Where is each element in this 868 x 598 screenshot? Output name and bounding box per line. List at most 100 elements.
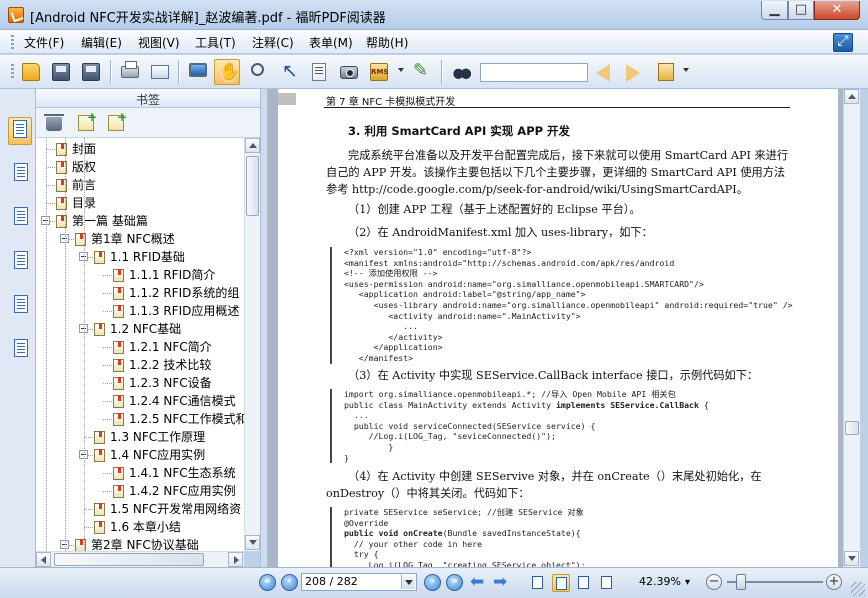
forward-history-icon[interactable]: ➡ bbox=[493, 573, 507, 591]
foxit-app-icon bbox=[8, 7, 24, 23]
last-page-button[interactable] bbox=[446, 574, 463, 591]
add-child-bookmark-icon[interactable] bbox=[108, 110, 127, 131]
bookmark-label: 1.1 RFID基础 bbox=[110, 250, 185, 264]
save-button[interactable] bbox=[48, 59, 74, 85]
bookmark-label: 1.6 本章小结 bbox=[110, 520, 181, 534]
first-page-button[interactable] bbox=[259, 574, 276, 591]
back-history-icon[interactable]: ⬅ bbox=[470, 573, 484, 591]
bookmark-label: 1.1.3 RFID应用概述 bbox=[129, 304, 240, 318]
menu-form[interactable]: 表单(M) bbox=[309, 34, 353, 51]
email-button[interactable] bbox=[147, 59, 173, 85]
select-tool-button[interactable] bbox=[276, 59, 302, 85]
bookmarks-panel-button[interactable] bbox=[8, 117, 32, 145]
menubar-grip[interactable] bbox=[11, 35, 14, 49]
zoom-dropdown-icon[interactable]: ▾ bbox=[685, 577, 690, 588]
doc-scroll-thumb[interactable] bbox=[845, 421, 859, 435]
text-select-icon bbox=[312, 63, 326, 81]
fullscreen-icon[interactable] bbox=[833, 33, 853, 52]
single-page-view-button[interactable] bbox=[529, 574, 547, 592]
find-next-icon[interactable] bbox=[626, 64, 640, 82]
zoom-level[interactable]: 42.39% bbox=[639, 575, 681, 588]
bookmark-label: 1.1.2 RFID系统的组 bbox=[129, 286, 240, 300]
bookmark-icon bbox=[113, 269, 124, 282]
snapshot-button[interactable] bbox=[336, 59, 362, 85]
bookmark-icon bbox=[94, 431, 105, 444]
scroll-left-button[interactable] bbox=[36, 552, 51, 567]
search-options-dropdown-icon[interactable] bbox=[683, 68, 689, 72]
zoom-slider-thumb[interactable] bbox=[736, 574, 746, 590]
scroll-thumb[interactable] bbox=[246, 156, 259, 216]
open-button[interactable] bbox=[18, 59, 44, 85]
layers-icon bbox=[14, 207, 28, 225]
search-input[interactable] bbox=[480, 63, 588, 82]
bookmark-horizontal-scrollbar[interactable] bbox=[36, 551, 244, 567]
print-button[interactable] bbox=[117, 59, 143, 85]
zoom-in-button[interactable]: + bbox=[826, 574, 842, 590]
document-view[interactable]: 第 7 章 NFC 卡模拟模式开发 3. 利用 SmartCard API 实现… bbox=[268, 89, 843, 567]
panel-splitter[interactable] bbox=[260, 89, 268, 567]
tree-connector bbox=[84, 437, 94, 438]
horizontal-scroll-thumb[interactable] bbox=[54, 553, 204, 566]
facing-view-button[interactable] bbox=[575, 574, 593, 592]
page-dropdown-icon[interactable] bbox=[401, 575, 415, 589]
page-number-input[interactable]: 208 / 282 bbox=[301, 573, 417, 591]
toolbar-separator bbox=[441, 60, 442, 84]
bookmark-panel-header: 书签 bbox=[36, 89, 260, 108]
scroll-up-button[interactable] bbox=[245, 138, 260, 153]
tree-connector bbox=[103, 365, 113, 366]
menu-file[interactable]: 文件(F) bbox=[24, 34, 64, 51]
rms-icon: RMS bbox=[370, 63, 388, 81]
delete-bookmark-icon[interactable] bbox=[44, 114, 64, 131]
maximize-button[interactable]: □ bbox=[788, 1, 814, 20]
text-select-button[interactable] bbox=[306, 59, 332, 85]
find-previous-icon[interactable] bbox=[596, 64, 610, 82]
code-line: import org.simalliance.openmobileapi.*; … bbox=[344, 389, 676, 399]
window-resize-grip[interactable] bbox=[851, 582, 865, 596]
save-as-button[interactable] bbox=[78, 59, 104, 85]
continuous-facing-view-button[interactable] bbox=[598, 574, 616, 592]
next-page-button[interactable] bbox=[424, 574, 441, 591]
scroll-right-button[interactable] bbox=[228, 552, 243, 567]
single-page-icon bbox=[532, 576, 543, 589]
menu-view[interactable]: 视图(V) bbox=[138, 34, 180, 51]
rms-button[interactable]: RMS bbox=[366, 59, 392, 85]
bookmark-icon bbox=[113, 287, 124, 300]
previous-page-button[interactable] bbox=[281, 574, 298, 591]
bookmark-vertical-scrollbar[interactable] bbox=[244, 138, 260, 551]
toolbar-grip[interactable] bbox=[11, 64, 14, 80]
step-1: （1）创建 APP 工程（基于上述配置好的 Eclipse 平台）。 bbox=[348, 203, 641, 216]
rms-dropdown-icon[interactable] bbox=[398, 68, 404, 72]
continuous-view-button[interactable] bbox=[552, 574, 570, 592]
bookmark-label: 1.4.1 NFC生态系统 bbox=[129, 466, 236, 480]
arrow-down-icon bbox=[249, 540, 257, 545]
comments-panel-button[interactable] bbox=[10, 249, 30, 271]
scroll-down-button[interactable] bbox=[245, 535, 260, 550]
menu-help[interactable]: 帮助(H) bbox=[366, 34, 408, 51]
pages-panel-button[interactable] bbox=[10, 161, 30, 183]
menu-edit[interactable]: 编辑(E) bbox=[81, 34, 122, 51]
doc-scroll-down-button[interactable] bbox=[844, 551, 859, 566]
section-title: 3. 利用 SmartCard API 实现 APP 开发 bbox=[348, 124, 571, 138]
attachments-panel-button[interactable] bbox=[10, 293, 30, 315]
layers-panel-button[interactable] bbox=[10, 205, 30, 227]
menu-tools[interactable]: 工具(T) bbox=[195, 34, 236, 51]
search-options-button[interactable] bbox=[652, 59, 678, 85]
add-bookmark-icon[interactable] bbox=[78, 110, 97, 131]
menu-comment[interactable]: 注释(C) bbox=[252, 34, 294, 51]
sign-button[interactable] bbox=[408, 59, 434, 85]
zoom-tool-button[interactable] bbox=[246, 59, 272, 85]
zoom-out-button[interactable]: − bbox=[706, 574, 722, 590]
hand-tool-button[interactable] bbox=[214, 59, 240, 85]
find-button[interactable] bbox=[449, 59, 475, 85]
minimize-button[interactable]: ▁ bbox=[761, 1, 788, 20]
tree-guide-line bbox=[46, 138, 47, 551]
fullscreen-view-button[interactable] bbox=[185, 59, 211, 85]
save-as-icon bbox=[82, 63, 100, 81]
close-button[interactable]: ✕ bbox=[814, 1, 860, 20]
code-line: public class MainActivity extends Activi… bbox=[344, 399, 556, 410]
pdf-page: 第 7 章 NFC 卡模拟模式开发 3. 利用 SmartCard API 实现… bbox=[278, 89, 838, 567]
signatures-panel-button[interactable] bbox=[10, 337, 30, 359]
manifest-code-block: <?xml version="1.0" encoding="utf-8"?> <… bbox=[330, 247, 796, 364]
document-vertical-scrollbar[interactable] bbox=[843, 89, 860, 567]
doc-scroll-up-button[interactable] bbox=[844, 89, 859, 104]
